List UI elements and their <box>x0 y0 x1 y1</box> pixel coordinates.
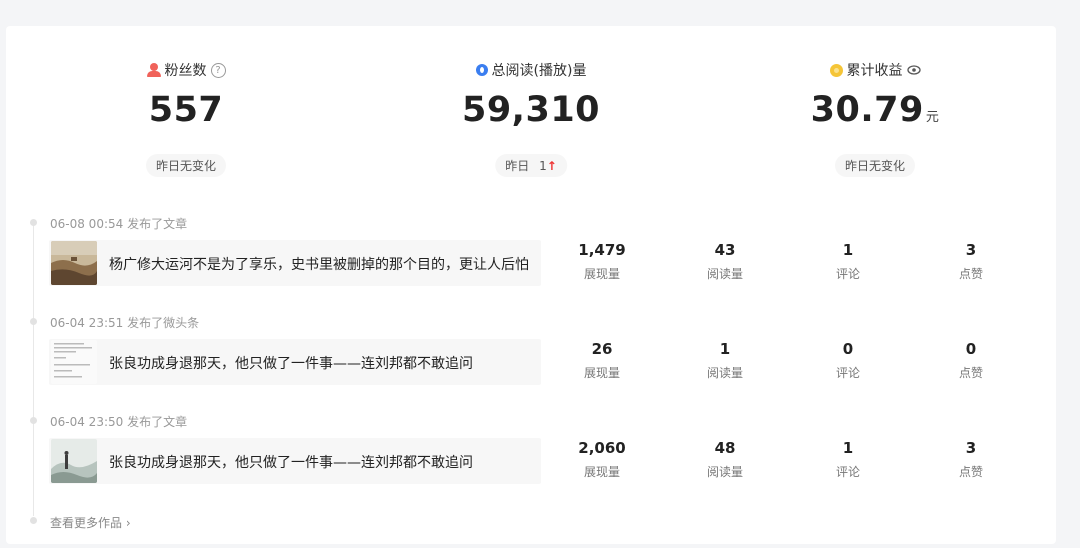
metric-label: 点赞 <box>958 465 983 479</box>
metric-value: 0 <box>842 340 854 358</box>
metric-value: 0 <box>965 340 977 358</box>
metric-label: 评论 <box>835 465 860 479</box>
income-value: 30.79 元 <box>710 90 1040 130</box>
item-meta: 06-08 00:54 发布了文章 <box>50 217 188 231</box>
metric-value: 43 <box>714 241 736 259</box>
item-meta: 06-04 23:50 发布了文章 <box>50 415 188 429</box>
income-amount: 30.79 <box>810 90 924 130</box>
reads-value: 59,310 <box>461 90 601 130</box>
metric-reads: 48 阅读量 <box>685 439 765 480</box>
metric-value: 1 <box>842 439 854 457</box>
fans-change: 昨日无变化 <box>145 154 227 177</box>
metric-likes: 0 点赞 <box>931 340 1011 381</box>
metric-label: 展现量 <box>583 366 620 380</box>
income-label: 累计收益 <box>846 63 903 79</box>
metric-impressions: 1,479 展现量 <box>562 241 642 282</box>
income-change: 昨日无变化 <box>834 154 916 177</box>
metric-label: 点赞 <box>958 267 983 281</box>
item-meta: 06-04 23:51 发布了微头条 <box>50 316 200 330</box>
item-title[interactable]: 杨广修大运河不是为了享乐，史书里被删掉的那个目的，更让人后怕 <box>109 254 529 274</box>
timeline-dot <box>30 219 37 226</box>
view-more-label: 查看更多作品 <box>50 516 123 530</box>
post-thumbnail <box>51 340 97 384</box>
metric-impressions: 26 展现量 <box>562 340 642 381</box>
fans-label: 粉丝数 <box>164 63 207 79</box>
metric-comments: 0 评论 <box>808 340 888 381</box>
metric-value: 1,479 <box>578 241 626 259</box>
view-more-link[interactable]: 查看更多作品 › <box>50 514 131 531</box>
list-item[interactable]: 张良功成身退那天，他只做了一件事——连刘邦都不敢追问 <box>49 339 541 385</box>
reads-change: 昨日 1↑ <box>495 154 567 177</box>
metric-likes: 3 点赞 <box>931 439 1011 480</box>
timeline-dot <box>30 517 37 524</box>
metric-label: 展现量 <box>583 465 620 479</box>
list-item[interactable]: 张良功成身退那天，他只做了一件事——连刘邦都不敢追问 <box>49 438 541 484</box>
article-thumbnail <box>51 241 97 285</box>
user-icon <box>146 63 161 77</box>
metric-label: 阅读量 <box>706 465 743 479</box>
metric-value: 2,060 <box>578 439 626 457</box>
timeline-dot <box>30 318 37 325</box>
metric-likes: 3 点赞 <box>931 241 1011 282</box>
coin-icon <box>829 63 843 77</box>
item-title[interactable]: 张良功成身退那天，他只做了一件事——连刘邦都不敢追问 <box>109 353 473 373</box>
fans-value: 557 <box>148 90 224 130</box>
chevron-right-icon: › <box>125 516 131 530</box>
metric-value: 1 <box>719 340 731 358</box>
metric-value: 26 <box>591 340 613 358</box>
timeline-dot <box>30 417 37 424</box>
reads-change-prefix: 昨日 <box>505 159 530 173</box>
metric-label: 展现量 <box>583 267 620 281</box>
metric-label: 阅读量 <box>706 267 743 281</box>
metric-value: 48 <box>714 439 736 457</box>
metric-value: 3 <box>965 439 977 457</box>
item-title[interactable]: 张良功成身退那天，他只做了一件事——连刘邦都不敢追问 <box>109 452 473 472</box>
list-item[interactable]: 杨广修大运河不是为了享乐，史书里被删掉的那个目的，更让人后怕 <box>49 240 541 286</box>
timeline-line <box>33 224 34 516</box>
metric-value: 1 <box>842 241 854 259</box>
metric-reads: 1 阅读量 <box>685 340 765 381</box>
metric-label: 评论 <box>835 366 860 380</box>
dashboard-card: 粉丝数 ? 557 昨日无变化 总阅读(播放)量 59,310 昨日 1↑ 累计… <box>6 26 1056 544</box>
metric-label: 点赞 <box>958 366 983 380</box>
question-icon[interactable]: ? <box>210 62 226 78</box>
metric-comments: 1 评论 <box>808 439 888 480</box>
metric-reads: 43 阅读量 <box>685 241 765 282</box>
arrow-up-icon: ↑ <box>546 159 557 173</box>
article-thumbnail <box>51 439 97 483</box>
reads-label: 总阅读(播放)量 <box>491 63 587 79</box>
income-unit: 元 <box>925 110 940 125</box>
drop-icon <box>475 64 488 76</box>
metric-value: 3 <box>965 241 977 259</box>
metric-comments: 1 评论 <box>808 241 888 282</box>
metric-label: 阅读量 <box>706 366 743 380</box>
eye-icon[interactable] <box>906 65 921 75</box>
metric-impressions: 2,060 展现量 <box>562 439 642 480</box>
metric-label: 评论 <box>835 267 860 281</box>
